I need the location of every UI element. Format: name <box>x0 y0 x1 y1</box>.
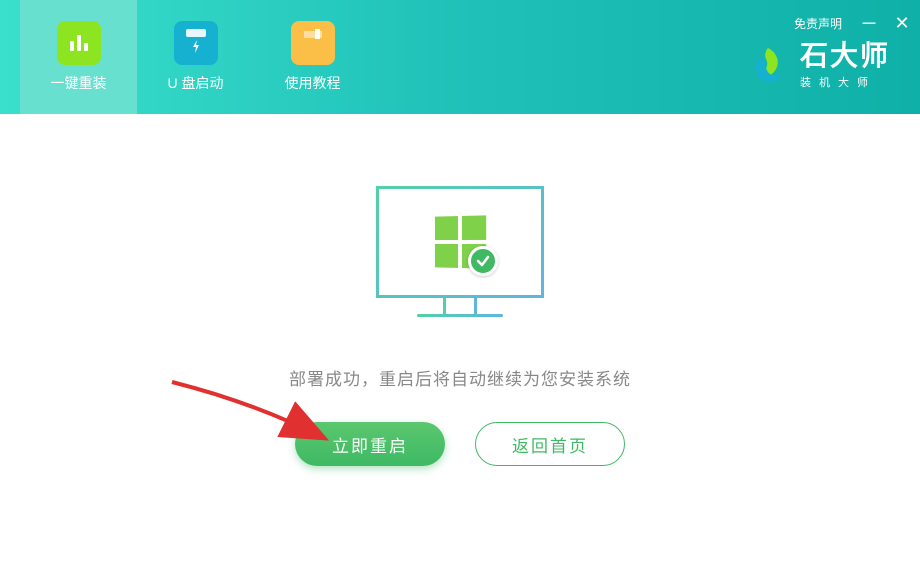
brand-logo-icon <box>746 44 790 88</box>
brand-subtitle: 装机大师 <box>800 74 890 90</box>
app-header: 一键重装 U 盘启动 使用教程 免责声明 － ✕ 石大师 装机大师 <box>0 0 920 114</box>
monitor-screen-icon <box>376 186 544 298</box>
check-circle-icon <box>468 246 498 276</box>
tab-tutorial[interactable]: 使用教程 <box>254 0 371 114</box>
action-buttons: 立即重启 返回首页 <box>295 422 625 466</box>
restart-now-button[interactable]: 立即重启 <box>295 422 445 466</box>
disclaimer-link[interactable]: 免责声明 <box>794 15 842 32</box>
close-button[interactable]: ✕ <box>894 13 910 34</box>
tab-one-click-reinstall[interactable]: 一键重装 <box>20 0 137 114</box>
minimize-button[interactable]: － <box>860 10 876 36</box>
brand: 石大师 装机大师 <box>746 42 890 90</box>
status-message: 部署成功，重启后将自动继续为您安装系统 <box>289 365 631 390</box>
window-controls: 免责声明 － ✕ <box>794 10 910 36</box>
tab-label: 使用教程 <box>285 73 341 93</box>
tab-label: 一键重装 <box>51 73 107 93</box>
tab-label: U 盘启动 <box>168 73 224 93</box>
brand-title: 石大师 <box>800 42 890 70</box>
book-icon <box>291 21 335 65</box>
main-content: 部署成功，重启后将自动继续为您安装系统 立即重启 返回首页 <box>0 114 920 466</box>
tab-usb-boot[interactable]: U 盘启动 <box>137 0 254 114</box>
bar-chart-icon <box>57 21 101 65</box>
usb-lightning-icon <box>174 21 218 65</box>
return-home-button[interactable]: 返回首页 <box>475 422 625 466</box>
windows-logo-icon <box>434 216 486 268</box>
monitor-illustration <box>376 186 544 317</box>
